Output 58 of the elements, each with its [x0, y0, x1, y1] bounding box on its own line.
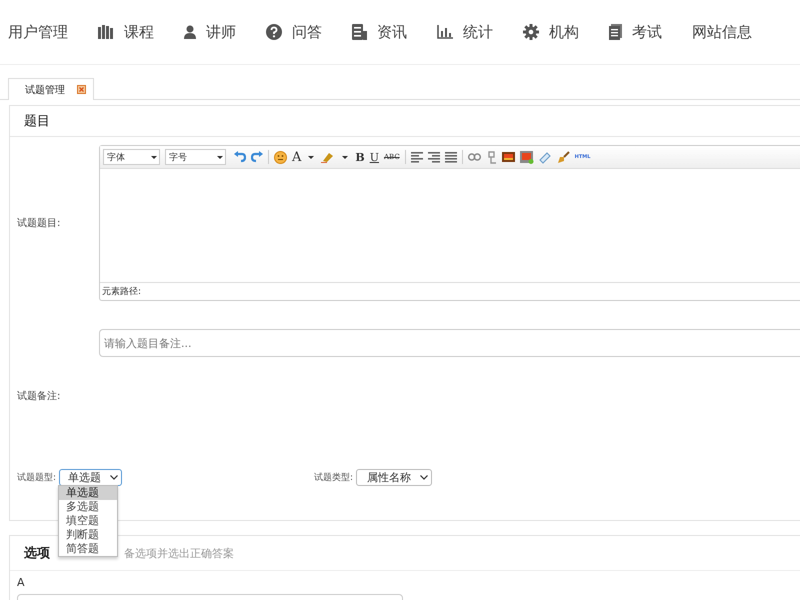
nav-item[interactable]: 统计	[437, 22, 493, 42]
dropdown-option[interactable]: 填空题	[59, 514, 117, 528]
question-category-select[interactable]: 属性名称	[356, 469, 432, 486]
question-icon	[266, 24, 282, 40]
image-icon[interactable]	[520, 150, 534, 164]
dropdown-option[interactable]: 单选题	[59, 486, 117, 500]
panel-title: 题目	[24, 113, 50, 130]
document-icon	[352, 24, 367, 40]
eraser-icon[interactable]	[538, 150, 552, 164]
field-label: 试题题型:	[17, 472, 56, 484]
undo-icon[interactable]	[234, 151, 246, 163]
hint-text: 备选项并选出正确答案	[124, 546, 234, 560]
nav-item[interactable]: 考试	[609, 22, 662, 42]
link-icon[interactable]	[468, 153, 481, 161]
document-icon	[609, 24, 622, 40]
font-select[interactable]: 字体	[103, 149, 160, 165]
tab[interactable]: 试题管理	[8, 78, 94, 100]
person-icon	[184, 25, 196, 39]
books-icon	[98, 25, 114, 39]
dropdown-option[interactable]: 多选题	[59, 500, 117, 514]
align-icon[interactable]	[444, 152, 457, 162]
element-path-label: 元素路径:	[102, 286, 142, 298]
panel-title: 选项	[24, 545, 50, 562]
close-icon[interactable]	[77, 85, 86, 94]
chevron-icon	[110, 475, 118, 480]
bar-chart-icon	[437, 25, 453, 39]
field-label: 试题备注:	[16, 390, 62, 403]
settings-icon	[523, 24, 539, 40]
align-icon[interactable]	[428, 152, 440, 162]
highlighter-icon[interactable]	[321, 151, 336, 163]
smiley-icon[interactable]	[274, 150, 287, 164]
nav-item[interactable]: 机构	[523, 22, 579, 42]
nav-item[interactable]: 讲师	[184, 22, 236, 42]
caret-icon	[151, 156, 157, 158]
underline-button[interactable]: U	[370, 150, 379, 164]
redo-icon[interactable]	[251, 151, 263, 163]
nav-item[interactable]: 课程	[98, 22, 154, 42]
nav-item[interactable]: 问答	[266, 22, 322, 42]
image-icon[interactable]	[502, 152, 515, 162]
caret-icon	[217, 156, 223, 158]
remark-field[interactable]: 请输入题目备注...	[99, 329, 800, 357]
bold-button[interactable]: B	[355, 150, 365, 164]
caret-icon	[342, 156, 348, 158]
field-label: 试题类型:	[314, 472, 354, 484]
dropdown-option[interactable]: 简答题	[59, 542, 117, 556]
anchor-icon[interactable]	[486, 150, 497, 164]
font-size-select[interactable]: 字号	[165, 149, 226, 165]
font-color-button[interactable]: A	[292, 150, 302, 164]
chevron-icon	[420, 475, 428, 480]
brush-icon[interactable]	[556, 150, 570, 164]
option-label: A	[17, 576, 25, 589]
caret-icon	[308, 156, 314, 158]
nav-item[interactable]: 网站信息	[692, 22, 752, 42]
align-icon[interactable]	[410, 152, 423, 162]
nav-item[interactable]: 资讯	[352, 22, 407, 42]
field-label: 试题题目:	[16, 216, 62, 230]
nav-item[interactable]: 用户管理	[8, 22, 68, 42]
dropdown-option[interactable]: 判断题	[59, 528, 117, 542]
